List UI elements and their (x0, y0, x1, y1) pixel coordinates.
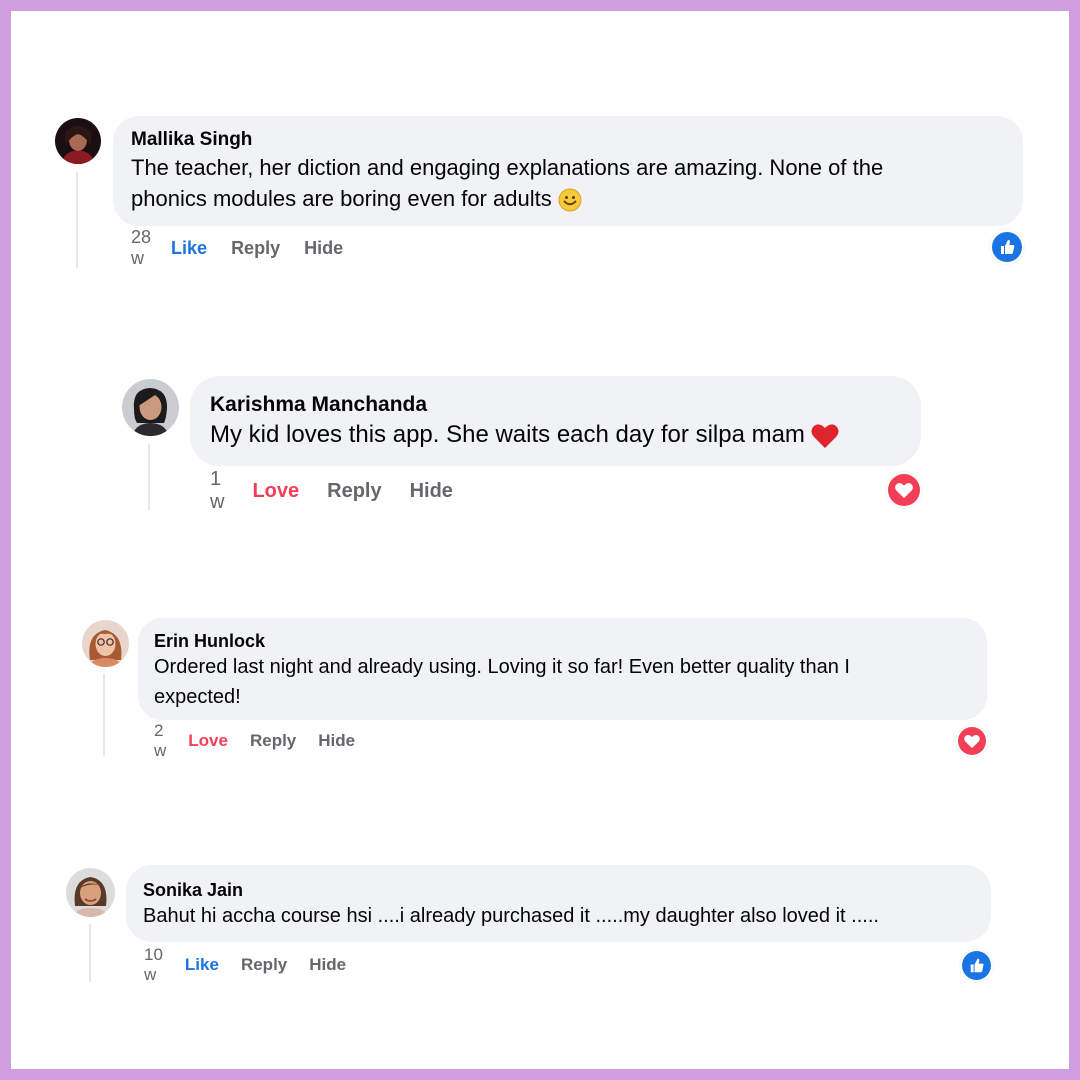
hide-button[interactable]: Hide (318, 731, 355, 751)
comment-timestamp[interactable]: 28 w (131, 227, 151, 269)
comment-author[interactable]: Mallika Singh (131, 128, 1005, 152)
reply-button[interactable]: Reply (250, 731, 296, 751)
like-button[interactable]: Like (185, 955, 219, 975)
heart-emoji-icon (811, 423, 839, 449)
comment-text: The teacher, her diction and engaging ex… (131, 155, 884, 212)
avatar[interactable] (122, 379, 179, 436)
comment-timestamp[interactable]: 1 w (210, 468, 224, 514)
comment-actions: 2 w Love Reply Hide (154, 721, 355, 760)
comment-actions: 10 w Like Reply Hide (144, 945, 346, 984)
hide-button[interactable]: Hide (309, 955, 346, 975)
comment-timestamp[interactable]: 10 w (144, 945, 163, 985)
reply-button[interactable]: Reply (241, 955, 287, 975)
comment-bubble: Mallika Singh The teacher, her diction a… (113, 116, 1023, 226)
avatar[interactable] (66, 868, 115, 917)
like-icon[interactable] (990, 230, 1024, 264)
hide-button[interactable]: Hide (304, 238, 343, 259)
love-button[interactable]: Love (188, 731, 228, 751)
comment-text: Bahut hi accha course hsi ....i already … (143, 905, 879, 927)
comment-bubble: Erin Hunlock Ordered last night and alre… (138, 618, 987, 720)
love-icon[interactable] (956, 725, 988, 757)
thread-line (103, 674, 105, 756)
thread-line (76, 172, 78, 268)
comment-text: My kid loves this app. She waits each da… (210, 418, 901, 452)
reply-button[interactable]: Reply (327, 480, 381, 503)
avatar[interactable] (55, 118, 101, 164)
love-icon[interactable] (886, 472, 922, 508)
smile-emoji-icon (558, 188, 582, 212)
comment-actions: 28 w Like Reply Hide (131, 227, 343, 268)
comment-author[interactable]: Erin Hunlock (154, 630, 971, 652)
like-button[interactable]: Like (171, 238, 207, 259)
thread-line (148, 444, 150, 510)
avatar[interactable] (82, 620, 129, 667)
love-button[interactable]: Love (252, 480, 299, 503)
comment-bubble: Sonika Jain Bahut hi accha course hsi ..… (126, 865, 991, 942)
comment-actions: 1 w Love Reply Hide (210, 468, 453, 513)
comment-author[interactable]: Sonika Jain (143, 879, 974, 901)
comment-timestamp[interactable]: 2 w (154, 721, 166, 761)
comment-bubble: Karishma Manchanda My kid loves this app… (190, 376, 921, 466)
comment-text: Ordered last night and already using. Lo… (154, 656, 850, 708)
hide-button[interactable]: Hide (410, 480, 453, 503)
comment-author[interactable]: Karishma Manchanda (210, 392, 901, 418)
thread-line (89, 924, 91, 982)
reply-button[interactable]: Reply (231, 238, 280, 259)
like-icon[interactable] (960, 949, 993, 982)
